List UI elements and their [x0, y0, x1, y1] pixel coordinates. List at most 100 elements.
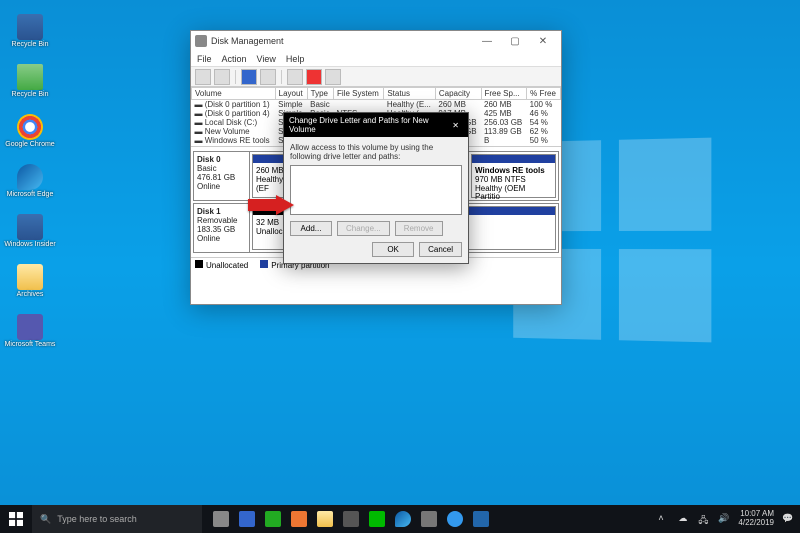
maximize-button[interactable]: ▢ — [501, 32, 529, 50]
file-explorer-icon — [317, 511, 333, 527]
cancel-button[interactable]: Cancel — [419, 242, 462, 257]
menu-view[interactable]: View — [257, 54, 276, 64]
desktop-icon[interactable]: Windows Insider — [4, 204, 56, 248]
search-box[interactable]: 🔍 Type here to search — [32, 505, 202, 533]
teams-icon — [17, 314, 43, 340]
col-type[interactable]: Type — [307, 88, 333, 100]
app-icon — [265, 511, 281, 527]
start-button[interactable] — [0, 505, 32, 533]
taskbar-app[interactable] — [234, 505, 260, 533]
menubar: File Action View Help — [191, 51, 561, 67]
dialog-titlebar[interactable]: Change Drive Letter and Paths for New Vo… — [284, 113, 468, 137]
taskbar-app[interactable] — [286, 505, 312, 533]
app-icon — [421, 511, 437, 527]
cell: ▬ New Volume — [192, 127, 276, 136]
chrome-icon — [17, 114, 43, 140]
desktop-icons: Recycle Bin Recycle Bin Google Chrome Mi… — [4, 4, 56, 348]
dialog-close-button[interactable]: ✕ — [448, 121, 463, 130]
remove-button[interactable]: Remove — [395, 221, 443, 236]
col-capacity[interactable]: Capacity — [435, 88, 481, 100]
cell: 425 MB — [481, 109, 527, 118]
taskbar-app[interactable] — [390, 505, 416, 533]
desktop-icon-teams[interactable]: Microsoft Teams — [4, 304, 56, 348]
cell: ▬ Windows RE tools — [192, 136, 276, 145]
disk-0-info: Disk 0 Basic 476.81 GB Online — [194, 152, 250, 200]
col-free[interactable]: Free Sp... — [481, 88, 527, 100]
help-button[interactable] — [287, 69, 303, 85]
tray-volume-icon[interactable]: 🔊 — [718, 513, 730, 525]
shortcut-icon — [17, 14, 43, 40]
change-button[interactable]: Change... — [337, 221, 390, 236]
col-layout[interactable]: Layout — [275, 88, 307, 100]
volume-row[interactable]: ▬ (Disk 0 partition 1)SimpleBasicHealthy… — [192, 100, 561, 110]
desktop-icon-edge[interactable]: Microsoft Edge — [4, 154, 56, 198]
back-button[interactable] — [195, 69, 211, 85]
app-icon — [473, 511, 489, 527]
desktop-icon-recycle[interactable]: Recycle Bin — [4, 54, 56, 98]
desktop-icon[interactable]: Recycle Bin — [4, 4, 56, 48]
ok-button[interactable]: OK — [372, 242, 414, 257]
minimize-button[interactable]: — — [473, 32, 501, 50]
taskbar-app[interactable] — [442, 505, 468, 533]
taskbar-app[interactable] — [364, 505, 390, 533]
cell: 50 % — [527, 136, 561, 145]
action-center-icon[interactable]: 💬 — [782, 513, 794, 525]
cell: 46 % — [527, 109, 561, 118]
taskbar-app[interactable] — [312, 505, 338, 533]
menu-action[interactable]: Action — [222, 54, 247, 64]
dialog-message: Allow access to this volume by using the… — [290, 143, 462, 161]
titlebar[interactable]: Disk Management — ▢ ✕ — [191, 31, 561, 51]
cell: 54 % — [527, 118, 561, 127]
taskbar-app[interactable] — [260, 505, 286, 533]
system-tray: ˄ ☁ 🖧 🔊 10:07 AM 4/22/2019 💬 — [658, 505, 800, 533]
app-icon — [343, 511, 359, 527]
partition-re-tools[interactable]: Windows RE tools970 MB NTFSHealthy (OEM … — [471, 154, 556, 198]
properties-button[interactable] — [325, 69, 341, 85]
tray-chevron-up-icon[interactable]: ˄ — [658, 513, 670, 525]
view-button[interactable] — [241, 69, 257, 85]
desktop-icon-chrome[interactable]: Google Chrome — [4, 104, 56, 148]
cell — [334, 100, 384, 110]
cell: ▬ Local Disk (C:) — [192, 118, 276, 127]
legend-swatch-primary — [260, 260, 268, 268]
cell: 260 MB — [435, 100, 481, 110]
app-icon — [239, 511, 255, 527]
menu-file[interactable]: File — [197, 54, 212, 64]
delete-button[interactable] — [306, 69, 322, 85]
cortana-icon — [447, 511, 463, 527]
app-icon — [291, 511, 307, 527]
taskbar-app[interactable] — [416, 505, 442, 533]
tray-onedrive-icon[interactable]: ☁ — [678, 513, 690, 525]
taskbar-apps — [208, 505, 494, 533]
disk-1-info: Disk 1 Removable 183.35 GB Online — [194, 204, 250, 252]
search-icon: 🔍 — [40, 514, 51, 525]
window-title: Disk Management — [211, 36, 473, 46]
legend-swatch-unallocated — [195, 260, 203, 268]
tray-network-icon[interactable]: 🖧 — [698, 513, 710, 525]
col-status[interactable]: Status — [384, 88, 436, 100]
folder-icon — [17, 264, 43, 290]
cell: B — [481, 136, 527, 145]
taskbar: 🔍 Type here to search ˄ ☁ 🖧 🔊 10:07 AM 4… — [0, 505, 800, 533]
drive-letter-list[interactable] — [290, 165, 462, 215]
col-pct[interactable]: % Free — [527, 88, 561, 100]
toolbar — [191, 67, 561, 87]
desktop-icon-folder[interactable]: Archives — [4, 254, 56, 298]
app-icon — [195, 35, 207, 47]
taskbar-app[interactable] — [468, 505, 494, 533]
menu-help[interactable]: Help — [286, 54, 305, 64]
clock[interactable]: 10:07 AM 4/22/2019 — [738, 510, 774, 528]
cell: Simple — [275, 100, 307, 110]
close-button[interactable]: ✕ — [529, 32, 557, 50]
taskbar-app[interactable] — [338, 505, 364, 533]
cell: 260 MB — [481, 100, 527, 110]
edge-icon — [395, 511, 411, 527]
forward-button[interactable] — [214, 69, 230, 85]
task-view-button[interactable] — [208, 505, 234, 533]
cell: 100 % — [527, 100, 561, 110]
col-fs[interactable]: File System — [334, 88, 384, 100]
recycle-bin-icon — [17, 64, 43, 90]
add-button[interactable]: Add... — [290, 221, 332, 236]
col-volume[interactable]: Volume — [192, 88, 276, 100]
refresh-button[interactable] — [260, 69, 276, 85]
